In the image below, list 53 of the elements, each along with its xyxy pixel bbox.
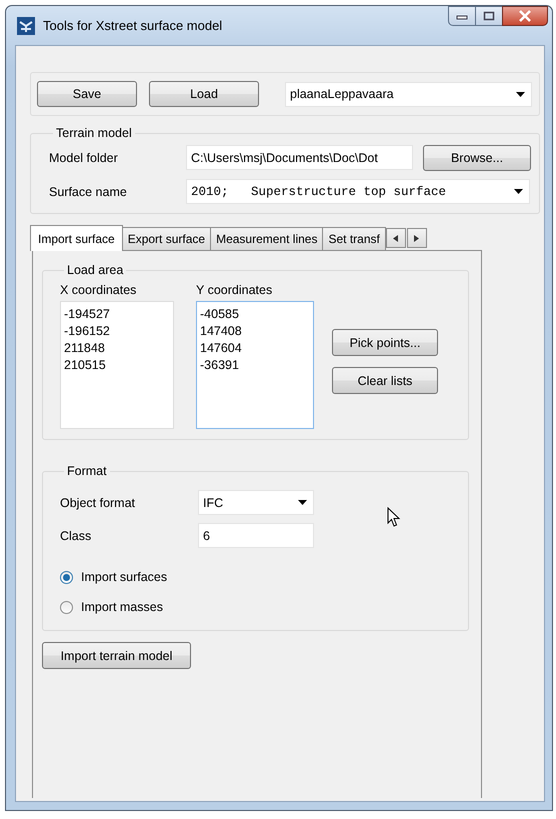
radio-button[interactable] [60,570,73,584]
minimize-button[interactable] [448,6,476,26]
browse-button[interactable]: Browse... [423,144,531,170]
scroll-left-button[interactable] [386,228,406,248]
tab[interactable]: Measurement lines [210,227,324,250]
field-label: Object format [60,496,136,510]
profile-dropdown[interactable]: plaanaLeppavaara [285,82,532,106]
list-item[interactable]: 211848 [64,340,170,357]
tab[interactable]: Export surface [122,227,212,250]
load-button[interactable]: Load [149,81,259,107]
close-button[interactable] [502,6,548,26]
list-item[interactable]: -196152 [64,323,170,340]
tab[interactable]: Import surface [30,225,123,251]
radio-label[interactable]: Import surfaces [81,570,168,584]
group-title: Format [66,464,108,478]
right-arrow-icon [414,234,420,242]
field-label: Class [60,528,92,542]
cursor-icon [387,507,401,528]
caret-icon [516,92,525,96]
close-icon [518,10,532,22]
import-button[interactable]: Import terrain model [42,642,191,669]
folder-field[interactable]: C:\Users\msj\Documents\Doc\Dot [186,145,413,170]
list-box[interactable]: -194527 -196152 211848 210515 [60,301,174,429]
maximize-button[interactable] [475,6,503,26]
list-item[interactable]: 147408 [200,323,310,340]
surface-dropdown[interactable]: 2010; Superstructure top surface [186,179,530,204]
clear-lists-button[interactable]: Clear lists [332,367,438,394]
pick-points-button[interactable]: Pick points... [332,329,438,356]
caret-icon [298,500,307,505]
column-label: Y coordinates [196,283,274,297]
list-item[interactable]: -40585 [200,306,310,323]
class-field[interactable]: 6 [198,523,314,548]
list-item[interactable]: -194527 [64,306,170,323]
caret-icon [514,189,523,194]
group-title: Load area [66,263,124,277]
radio-label[interactable]: Import masses [81,600,163,614]
tab[interactable]: Set transf [322,227,386,250]
field-label: Model folder [49,150,119,164]
list-box[interactable]: -40585 147408 147604 -36391 [196,301,314,429]
maximize-icon [483,11,495,21]
list-item[interactable]: 147604 [200,340,310,357]
radio-button[interactable] [60,600,73,614]
app-icon [17,16,35,34]
group-title: Terrain model [55,126,133,140]
list-item[interactable]: 210515 [64,357,170,374]
column-label: X coordinates [60,283,138,297]
format-dropdown[interactable]: IFC [198,490,314,515]
left-arrow-icon [393,234,398,242]
list-item[interactable]: -36391 [200,357,310,374]
window-title: Tools for Xstreet surface model [43,18,222,33]
field-label: Surface name [49,184,128,198]
scroll-right-button[interactable] [406,228,427,248]
save-button[interactable]: Save [37,81,137,107]
